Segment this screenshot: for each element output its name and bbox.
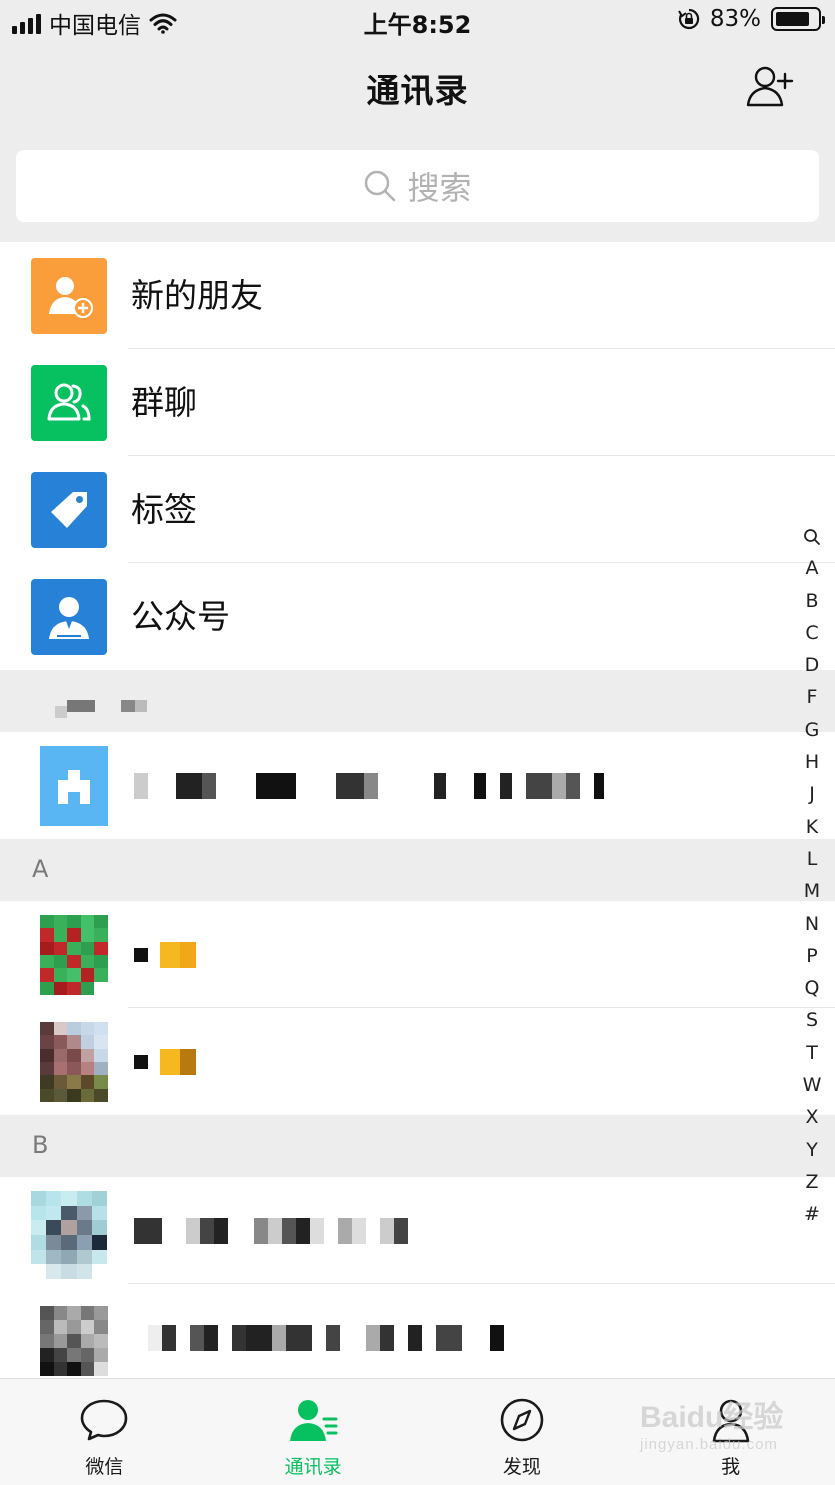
avatar	[40, 915, 108, 995]
battery-icon	[771, 7, 825, 31]
tab-label: 通讯录	[284, 1456, 342, 1478]
index-letter[interactable]: Q	[805, 972, 820, 1004]
redacted-header	[55, 700, 147, 718]
redacted-contact-name	[134, 901, 196, 1008]
index-search-icon[interactable]	[803, 520, 821, 552]
redacted-contact-name	[134, 732, 604, 839]
redacted-contact-name	[134, 1177, 408, 1284]
contacts-icon	[290, 1400, 338, 1441]
chat-bubble-icon	[81, 1399, 128, 1441]
section-header-starred	[0, 670, 835, 732]
official-account-icon	[31, 579, 107, 655]
avatar	[31, 1191, 107, 1279]
contact-row[interactable]	[0, 1284, 835, 1391]
index-letter[interactable]: K	[806, 811, 818, 843]
avatar	[40, 1022, 108, 1102]
contact-row[interactable]	[0, 732, 835, 839]
index-letter[interactable]: W	[803, 1069, 822, 1101]
group-chats-row[interactable]: 群聊	[0, 349, 835, 456]
index-letter[interactable]: L	[807, 843, 818, 875]
section-letter: A	[32, 855, 49, 883]
index-letter[interactable]: C	[805, 617, 818, 649]
index-letter[interactable]: #	[804, 1198, 820, 1230]
index-letter[interactable]: A	[806, 552, 819, 584]
index-letter[interactable]: G	[805, 714, 820, 746]
section-header-a: A	[0, 839, 835, 901]
contact-list: 新的朋友 群聊 标签 公众号 A B	[0, 242, 835, 1391]
new-friend-icon	[31, 258, 107, 334]
status-bar: 中国电信 上午8:52 83%	[0, 0, 835, 42]
search-placeholder: 搜索	[407, 169, 472, 207]
official-accounts-row[interactable]: 公众号	[0, 563, 835, 670]
redacted-contact-name	[134, 1284, 504, 1391]
row-label: 新的朋友	[131, 276, 263, 315]
index-letter[interactable]: S	[806, 1004, 818, 1036]
index-letter[interactable]: Y	[806, 1134, 818, 1166]
avatar	[40, 746, 108, 826]
index-letter[interactable]: D	[805, 649, 820, 681]
tab-label: 我	[721, 1456, 741, 1478]
index-letter[interactable]: N	[805, 908, 819, 940]
search-icon	[365, 170, 396, 202]
group-chat-icon	[31, 365, 107, 441]
nav-bar: 通讯录	[0, 42, 835, 132]
avatar	[40, 1306, 108, 1376]
index-letter[interactable]: P	[806, 940, 817, 972]
battery-fill	[776, 12, 810, 26]
watermark: Baidu经验 jingyan.baidu.com	[640, 1392, 783, 1453]
search-input[interactable]: 搜索	[16, 150, 819, 222]
index-letter[interactable]: F	[807, 681, 818, 713]
new-friends-row[interactable]: 新的朋友	[0, 242, 835, 349]
rotation-lock-icon	[678, 8, 700, 30]
index-letter[interactable]: M	[804, 875, 820, 907]
tab-discover[interactable]: 发现	[418, 1379, 627, 1485]
index-letter[interactable]: B	[805, 585, 818, 617]
index-letter[interactable]: X	[805, 1101, 818, 1133]
section-header-b: B	[0, 1115, 835, 1177]
tab-chats[interactable]: 微信	[0, 1379, 209, 1485]
index-letter[interactable]: J	[809, 778, 815, 810]
contact-row[interactable]	[0, 1008, 835, 1115]
row-label: 标签	[131, 490, 197, 529]
compass-icon	[500, 1398, 544, 1442]
tab-label: 微信	[85, 1456, 124, 1478]
index-letter[interactable]: Z	[805, 1166, 818, 1198]
index-bar[interactable]: A B C D F G H J K L M N P Q S T W X Y Z …	[801, 520, 823, 1231]
row-label: 群聊	[131, 383, 197, 422]
watermark-url: jingyan.baidu.com	[640, 1436, 778, 1453]
tags-row[interactable]: 标签	[0, 456, 835, 563]
redacted-contact-name	[134, 1008, 196, 1115]
watermark-brand: Baidu经验	[640, 1401, 784, 1434]
index-letter[interactable]: H	[805, 746, 819, 778]
tag-icon	[31, 472, 107, 548]
battery-percent: 83%	[709, 6, 761, 32]
row-label: 公众号	[131, 597, 230, 636]
tab-contacts[interactable]: 通讯录	[209, 1379, 418, 1485]
page-title: 通讯录	[366, 71, 469, 110]
add-contact-icon[interactable]	[745, 64, 797, 108]
status-right: 83%	[678, 6, 825, 32]
contact-row[interactable]	[0, 901, 835, 1008]
section-letter: B	[32, 1131, 49, 1159]
tab-label: 发现	[502, 1456, 541, 1478]
index-letter[interactable]: T	[806, 1037, 818, 1069]
contact-row[interactable]	[0, 1177, 835, 1284]
